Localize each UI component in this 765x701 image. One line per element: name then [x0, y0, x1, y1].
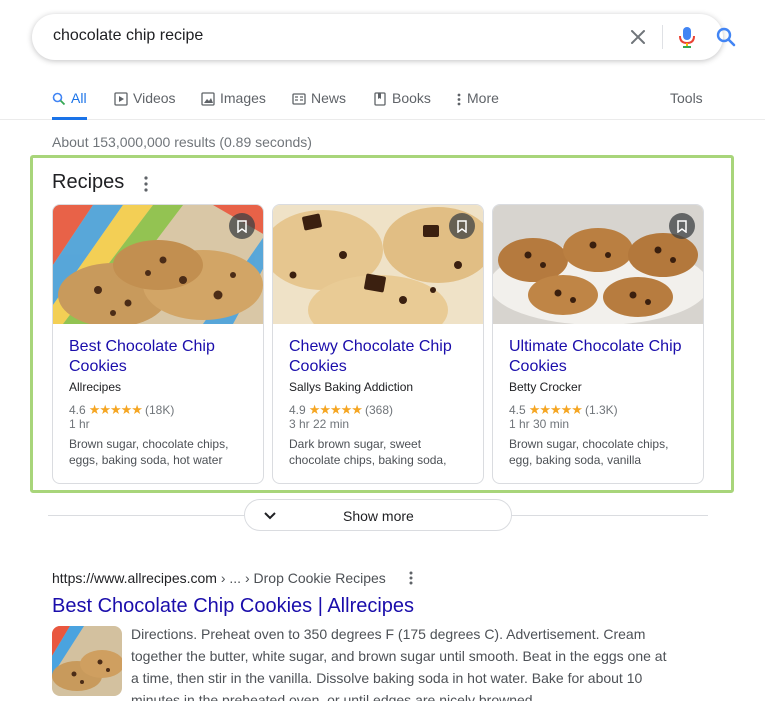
tab-videos[interactable]: Videos	[114, 90, 176, 120]
recipe-card[interactable]: Chewy Chocolate Chip Cookies Sallys Baki…	[272, 204, 484, 484]
tab-label: News	[311, 90, 347, 106]
bookmark-icon[interactable]	[229, 213, 255, 239]
tab-news[interactable]: News	[292, 90, 346, 120]
video-icon	[114, 92, 128, 106]
tools-button[interactable]: Tools	[670, 90, 703, 120]
recipe-source: Allrecipes	[69, 380, 122, 394]
result-domain: https://www.allrecipes.com	[52, 570, 217, 586]
tab-label: More	[467, 90, 499, 106]
recipe-card[interactable]: Ultimate Chocolate Chip Cookies Betty Cr…	[492, 204, 704, 484]
bookmark-icon[interactable]	[449, 213, 475, 239]
recipe-rating: 4.9 ★★★★★ (368)	[289, 402, 393, 418]
recipe-time: 1 hr	[69, 417, 90, 431]
star-rating-icon: ★★★★★	[88, 402, 143, 417]
search-icon	[52, 92, 66, 106]
book-icon	[374, 92, 386, 106]
search-tabs: All Videos Images News Books More Tools	[0, 84, 765, 120]
result-more-icon[interactable]	[407, 570, 415, 588]
bookmark-icon[interactable]	[669, 213, 695, 239]
tab-label: Videos	[133, 90, 176, 106]
microphone-icon[interactable]	[676, 25, 698, 49]
search-icon[interactable]	[715, 26, 737, 48]
image-icon	[201, 92, 215, 106]
recipe-source: Sallys Baking Addiction	[289, 380, 414, 394]
recipe-time: 1 hr 30 min	[509, 417, 570, 431]
chevron-down-icon	[264, 512, 276, 520]
star-rating-icon: ★★★★★	[308, 402, 363, 417]
tab-more[interactable]: More	[456, 90, 499, 120]
recipe-ingredients: Brown sugar, chocolate chips, egg, bakin…	[509, 437, 669, 467]
recipe-card[interactable]: Best Chocolate Chip Cookies Allrecipes 4…	[52, 204, 264, 484]
tab-label: Books	[392, 90, 431, 106]
result-thumbnail[interactable]	[52, 626, 122, 696]
more-vert-icon	[457, 93, 461, 106]
recipe-title[interactable]: Chewy Chocolate Chip Cookies	[289, 337, 475, 377]
recipe-title[interactable]: Ultimate Chocolate Chip Cookies	[509, 337, 695, 377]
recipe-time: 3 hr 22 min	[289, 417, 350, 431]
tab-label: All	[71, 90, 87, 106]
tab-books[interactable]: Books	[373, 90, 431, 120]
review-count: (368)	[364, 403, 393, 417]
recipes-more-icon[interactable]	[142, 175, 150, 193]
star-rating-icon: ★★★★★	[528, 402, 583, 417]
show-more-button[interactable]: Show more	[244, 499, 512, 531]
result-url[interactable]: https://www.allrecipes.com › ... › Drop …	[52, 570, 386, 586]
rating-value: 4.9	[289, 403, 306, 417]
result-breadcrumb: › ... › Drop Cookie Recipes	[216, 570, 386, 586]
news-icon	[292, 93, 306, 105]
review-count: (1.3K)	[584, 403, 618, 417]
search-input[interactable]: chocolate chip recipe	[53, 27, 203, 45]
recipes-title: Recipes	[52, 171, 125, 193]
review-count: (18K)	[144, 403, 175, 417]
search-bar[interactable]: chocolate chip recipe	[32, 14, 736, 60]
close-icon[interactable]	[628, 26, 648, 48]
tab-images[interactable]: Images	[201, 90, 266, 120]
tab-all[interactable]: All	[52, 90, 87, 120]
recipe-source: Betty Crocker	[509, 380, 582, 394]
result-snippet: Directions. Preheat oven to 350 degrees …	[131, 626, 667, 701]
result-title-link[interactable]: Best Chocolate Chip Cookies | Allrecipes	[52, 595, 414, 618]
show-more-label: Show more	[343, 508, 414, 524]
recipe-rating: 4.5 ★★★★★ (1.3K)	[509, 402, 618, 418]
rating-value: 4.6	[69, 403, 86, 417]
result-stats: About 153,000,000 results (0.89 seconds)	[52, 134, 312, 150]
rating-value: 4.5	[509, 403, 526, 417]
recipe-ingredients: Brown sugar, chocolate chips, eggs, baki…	[69, 437, 229, 467]
recipe-rating: 4.6 ★★★★★ (18K)	[69, 402, 174, 418]
tab-label: Images	[220, 90, 266, 106]
tools-label: Tools	[670, 90, 703, 106]
recipe-title[interactable]: Best Chocolate Chip Cookies	[69, 337, 255, 377]
recipe-ingredients: Dark brown sugar, sweet chocolate chips,…	[289, 437, 447, 467]
search-divider	[662, 25, 663, 49]
